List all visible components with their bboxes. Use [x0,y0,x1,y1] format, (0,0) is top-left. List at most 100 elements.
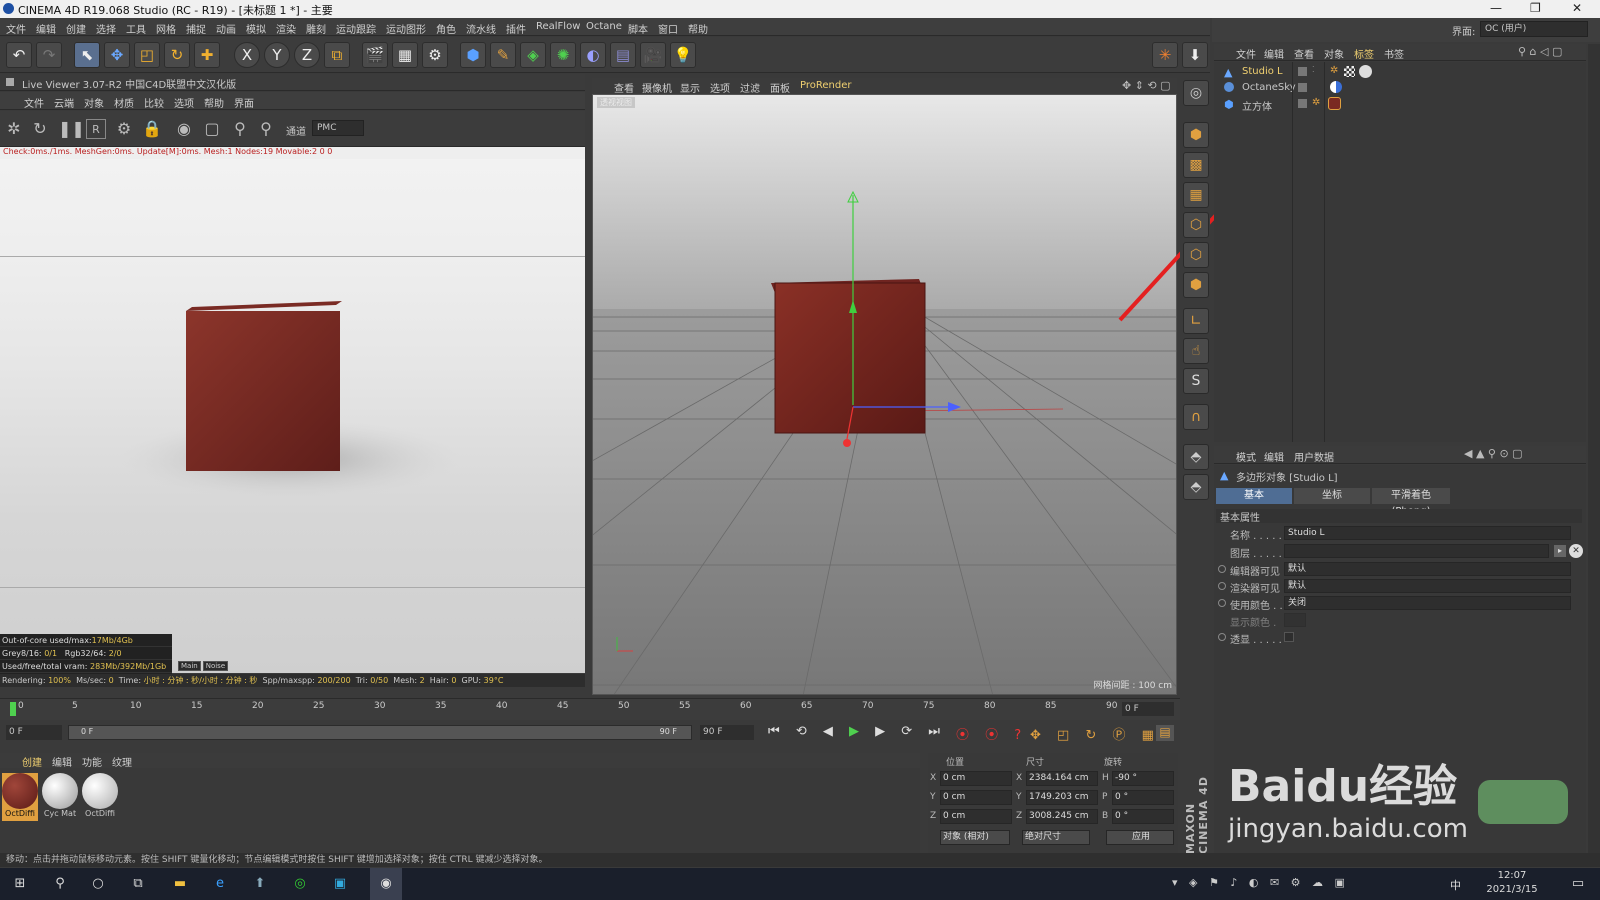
object-row-octanesky[interactable]: OctaneSky [1214,80,1586,96]
layer-input[interactable] [1284,544,1549,558]
edge-browser-icon[interactable]: e [212,876,228,892]
am-menu-edit[interactable]: 编辑 [1264,449,1284,464]
menu-render[interactable]: 渲染 [276,21,296,36]
apply-button[interactable]: 应用 [1106,830,1174,845]
menu-plugins[interactable]: 插件 [506,21,526,36]
perspective-viewport[interactable]: 透视视图 网格间距 : 100 cm [592,94,1177,695]
radio-icon[interactable] [1218,582,1226,590]
wechat-icon[interactable]: ◎ [292,876,308,892]
axis-mode-icon[interactable]: ∟ [1183,308,1209,334]
mograph-cloner-icon[interactable]: ✺ [550,42,576,68]
x-axis-icon[interactable]: X [234,42,260,68]
name-input[interactable]: Studio L [1284,526,1571,540]
object-row-cube[interactable]: ⬢ 立方体 ✲ [1214,96,1586,113]
app-icon[interactable]: ⬆ [252,876,268,892]
menu-octane[interactable]: Octane [586,21,622,32]
material-tag-icon[interactable] [1328,97,1341,110]
vp-menu-panel[interactable]: 面板 [770,80,790,95]
lv-pin-icon[interactable]: ⚲ [230,119,250,139]
om-menu-view[interactable]: 查看 [1294,46,1314,61]
checker-tag-icon[interactable] [1344,66,1355,77]
om-search-icon[interactable]: ⚲ ⌂ ◁ ▢ [1518,45,1562,58]
am-menu-mode[interactable]: 模式 [1236,449,1256,464]
layer-picker-icon[interactable]: ✕ [1569,544,1583,558]
am-menu-userdata[interactable]: 用户数据 [1294,449,1334,464]
lv-menu-options[interactable]: 选项 [174,95,194,110]
vp-menu-filter[interactable]: 过滤 [740,80,760,95]
close-icon[interactable]: ✕ [1572,1,1582,15]
vp-menu-prorender[interactable]: ProRender [800,80,851,91]
om-menu-objects[interactable]: 对象 [1324,46,1344,61]
size-x-field[interactable]: 2384.164 cm [1026,771,1098,786]
lv-menu-file[interactable]: 文件 [24,95,44,110]
material-tag-icon[interactable] [1359,65,1372,78]
interface-select[interactable]: OC (用户) [1480,21,1588,37]
edges-mode-icon[interactable]: ⬡ [1183,242,1209,268]
environment-tag-icon[interactable] [1330,81,1342,93]
lv-tag-main[interactable]: Main [178,661,201,671]
timeline-ruler[interactable]: 0 5 10 15 20 25 30 35 40 45 50 55 60 65 … [0,698,1180,720]
magnet-icon[interactable]: ∩ [1183,404,1209,430]
menu-script[interactable]: 脚本 [628,21,648,36]
tab-phong[interactable]: 平滑着色(Phong) [1372,488,1450,517]
layout-download-icon[interactable]: ⬇ [1182,42,1208,68]
cube-primitive-icon[interactable]: ⬢ [460,42,486,68]
display-color-swatch[interactable] [1284,613,1306,627]
size-z-field[interactable]: 3008.245 cm [1026,809,1098,824]
vp-menu-options[interactable]: 选项 [710,80,730,95]
playback-controls[interactable]: ⏮ ⟲ ◀ ▶ ▶ ⟳ ⏭ [768,724,946,739]
om-menu-bookmarks[interactable]: 书签 [1384,46,1404,61]
task-view-icon[interactable]: ⧉ [130,876,146,892]
deformer-icon[interactable]: ◐ [580,42,606,68]
tab-basic[interactable]: 基本 [1216,488,1292,504]
clock-date[interactable]: 2021/3/15 [1482,884,1542,895]
pos-y-field[interactable]: 0 cm [940,790,1012,805]
file-explorer-icon[interactable]: ▬ [172,876,188,892]
search-icon[interactable]: ⚲ [52,876,68,892]
layer-icon[interactable] [1298,67,1307,76]
menu-window[interactable]: 窗口 [658,21,678,36]
editor-visible-select[interactable]: 默认 [1284,562,1571,576]
minimize-icon[interactable]: — [1490,1,1502,15]
play-icon[interactable]: ▶ [849,724,865,739]
coordinate-system-icon[interactable]: ⧉ [324,42,350,68]
mm-menu-texture[interactable]: 纹理 [112,754,132,769]
frame-range-slider[interactable]: 0 F 90 F [68,725,692,740]
texture-mode-icon[interactable]: ▩ [1183,152,1209,178]
menu-snap[interactable]: 捕捉 [186,21,206,36]
rotate-tool-icon[interactable]: ↻ [164,42,190,68]
am-nav-icons[interactable]: ◀ ▲ ⚲ ⊙ ▢ [1464,447,1523,460]
playhead[interactable] [10,702,16,716]
layer-arrow-icon[interactable]: ▸ [1554,545,1566,557]
lv-menu-help[interactable]: 帮助 [204,95,224,110]
clock-time[interactable]: 12:07 [1482,870,1542,881]
z-axis-icon[interactable]: Z [294,42,320,68]
menu-create[interactable]: 创建 [66,21,86,36]
redo-icon[interactable]: ↷ [36,42,62,68]
render-visible-select[interactable]: 默认 [1284,579,1571,593]
render-view-icon[interactable]: 🎬 [362,42,388,68]
pos-x-field[interactable]: 0 cm [940,771,1012,786]
system-tray-icons[interactable]: ▾ ◈ ⚑ ♪ ◐ ✉ ⚙ ☁ ▣ [1172,876,1349,889]
rot-h-field[interactable]: -90 ° [1112,771,1174,786]
cinema4d-taskbar-icon[interactable]: ◉ [370,868,402,900]
lv-restart-icon[interactable]: ↻ [30,119,50,139]
om-menu-edit[interactable]: 编辑 [1264,46,1284,61]
timeline-window-icon[interactable]: ▤ [1156,725,1174,741]
workplane-mode-icon[interactable]: ▦ [1183,182,1209,208]
undo-icon[interactable]: ↶ [6,42,32,68]
mm-menu-function[interactable]: 功能 [82,754,102,769]
mm-menu-edit[interactable]: 编辑 [52,754,72,769]
menu-edit[interactable]: 编辑 [36,21,56,36]
material-swatch[interactable]: Cyc Mat [42,773,78,821]
lv-tag-noise[interactable]: Noise [202,661,229,671]
lv-menu-materials[interactable]: 材质 [114,95,134,110]
tag-icon[interactable]: ✲ [1330,65,1338,76]
menu-tools[interactable]: 工具 [126,21,146,36]
menu-animate[interactable]: 动画 [216,21,236,36]
snap-icon[interactable]: S [1183,368,1209,394]
vp-menu-display[interactable]: 显示 [680,80,700,95]
cortana-icon[interactable]: ○ [90,876,106,892]
live-select-icon[interactable]: ✚ [194,42,220,68]
rot-p-field[interactable]: 0 ° [1112,790,1174,805]
